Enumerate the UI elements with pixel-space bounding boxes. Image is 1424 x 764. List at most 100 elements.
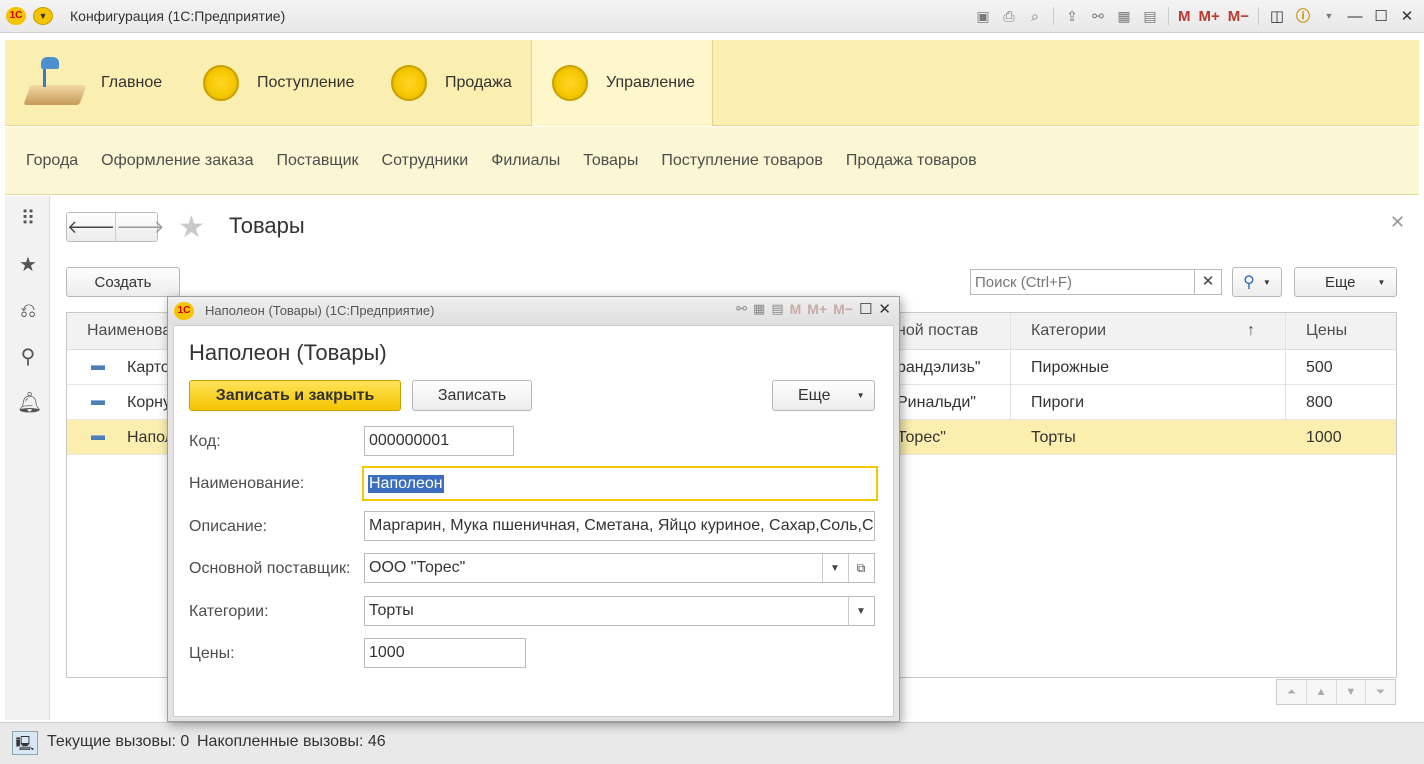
more-button[interactable]: Еще ▼ (1294, 267, 1397, 297)
toolbar-separator (1052, 7, 1054, 25)
page-title: Товары (229, 213, 305, 238)
titlebar-tools: ▣ ⎙ ⌕ ⇪ ⚯ ▦ ▤ M M+ M− ◫ ⓘ ▼ — ☐ ✕ (972, 4, 1418, 28)
app-logo-icon: 1С (174, 302, 194, 320)
form-close-icon[interactable]: ✕ (1390, 212, 1405, 233)
dialog-more-button[interactable]: Еще ▼ (772, 380, 875, 411)
sections-panel: Главное Поступление Продажа Управление (5, 40, 1419, 126)
memory-plus-button[interactable]: M+ (1196, 5, 1221, 27)
row-category: Торты (1031, 429, 1076, 446)
category-field[interactable]: Торты ▼ (364, 596, 875, 626)
info-icon[interactable]: ⓘ (1292, 5, 1314, 27)
save-icon[interactable]: ▣ (972, 5, 994, 27)
dialog-titlebar: 1С Наполеон (Товары) (1С:Предприятие) ⚯ … (168, 297, 899, 325)
section-sales[interactable]: Продажа (391, 40, 531, 126)
main-menu-button[interactable]: ▼ (33, 7, 53, 25)
nav-item-order[interactable]: Оформление заказа (101, 152, 253, 170)
name-field[interactable]: Наполеон (362, 466, 878, 501)
yellow-circle-icon (552, 65, 588, 101)
close-icon[interactable]: ✕ (878, 300, 891, 318)
notifications-bell-icon[interactable]: 🔔︎ (17, 392, 42, 414)
row-category: Пирожные (1031, 359, 1109, 376)
name-label: Наименование: (189, 475, 305, 492)
section-label: Управление (606, 74, 695, 91)
info-dropdown-icon[interactable]: ▼ (1318, 5, 1340, 27)
history-icon[interactable]: ⎌ (17, 300, 39, 322)
row-item-icon (91, 365, 105, 370)
dialog-heading: Наполеон (Товары) (189, 340, 387, 365)
search-options-button[interactable]: ⚲ ▼ (1232, 267, 1282, 297)
row-supplier: Торес" (897, 429, 946, 446)
calendar-icon[interactable]: ▤ (771, 301, 783, 317)
computer-icon[interactable]: 🖳︎ (12, 731, 38, 755)
close-icon[interactable]: ✕ (1396, 5, 1418, 27)
accumulated-calls: Накопленные вызовы: 46 (197, 733, 386, 750)
row-supplier: рандэлизь" (897, 359, 981, 376)
scroll-down-icon[interactable]: ▼ (1335, 680, 1366, 704)
find-icon[interactable]: ⚯ (736, 301, 747, 317)
link-icon[interactable]: ⇪ (1061, 5, 1083, 27)
maximize-icon[interactable]: ☐ (859, 300, 872, 318)
app-titlebar: 1С ▼ Конфигурация (1С:Предприятие) ▣ ⎙ ⌕… (0, 0, 1424, 33)
chevron-down-icon: ▼ (1262, 277, 1271, 287)
maximize-icon[interactable]: ☐ (1370, 5, 1392, 27)
price-field[interactable]: 1000 (364, 638, 526, 668)
calculator-icon[interactable]: ▦ (1113, 5, 1135, 27)
menu-grid-icon[interactable]: ⠿ (17, 208, 39, 230)
item-dialog: 1С Наполеон (Товары) (1С:Предприятие) ⚯ … (167, 296, 900, 722)
nav-item-cities[interactable]: Города (26, 152, 78, 170)
chevron-down-icon[interactable]: ▼ (848, 597, 873, 625)
chevron-down-icon: ▼ (1377, 277, 1386, 287)
current-calls: Текущие вызовы: 0 (47, 733, 190, 750)
memory-button[interactable]: M (1176, 5, 1193, 27)
print-icon[interactable]: ⎙ (998, 5, 1020, 27)
description-field[interactable]: Маргарин, Мука пшеничная, Сметана, Яйцо … (364, 511, 875, 541)
minimize-icon[interactable]: — (1344, 5, 1366, 27)
scroll-up-icon[interactable]: ▲ (1305, 680, 1336, 704)
create-button[interactable]: Создать (66, 267, 180, 297)
section-label: Поступление (257, 74, 355, 91)
favorites-star-icon[interactable]: ★ (17, 254, 39, 276)
column-header-category[interactable]: Категории (1031, 322, 1106, 340)
supplier-field[interactable]: ООО "Торес" ▼ ⧉ (364, 553, 875, 583)
memory-minus-button[interactable]: M− (1226, 5, 1251, 27)
panels-icon[interactable]: ◫ (1266, 5, 1288, 27)
nav-item-goods-receipt[interactable]: Поступление товаров (661, 152, 822, 170)
back-arrow-icon[interactable]: 🡐 (67, 213, 115, 241)
nav-item-branches[interactable]: Филиалы (491, 152, 560, 170)
memory-plus-button[interactable]: M+ (807, 301, 827, 317)
section-management[interactable]: Управление (531, 40, 713, 126)
open-item-icon[interactable]: ⧉ (848, 554, 873, 582)
left-toolbar: ⠿ ★ ⎌ ⚲ 🔔︎ (5, 196, 50, 720)
save-button[interactable]: Записать (412, 380, 532, 411)
section-receipts[interactable]: Поступление (203, 40, 373, 126)
nav-item-supplier[interactable]: Поставщик (276, 152, 358, 170)
memory-minus-button[interactable]: M− (833, 301, 853, 317)
code-field[interactable]: 000000001 (364, 426, 514, 456)
dialog-window-title: Наполеон (Товары) (1С:Предприятие) (205, 303, 435, 318)
nav-item-employees[interactable]: Сотрудники (382, 152, 469, 170)
search-clear-icon[interactable]: ✕ (1194, 269, 1222, 295)
chevron-down-icon[interactable]: ▼ (822, 554, 847, 582)
forward-arrow-icon[interactable]: 🡒 (115, 213, 165, 241)
calendar-icon[interactable]: ▤ (1139, 5, 1161, 27)
toolbar-separator (1258, 7, 1259, 25)
column-header-price[interactable]: Цены (1306, 322, 1347, 340)
column-header-name[interactable]: Наименова (87, 322, 171, 340)
calculator-icon[interactable]: ▦ (753, 301, 765, 317)
category-value: Торты (369, 602, 414, 619)
column-header-supplier[interactable]: ной постав (897, 322, 978, 340)
scroll-last-icon[interactable]: ⏷ (1365, 680, 1395, 704)
nav-item-goods-sales[interactable]: Продажа товаров (846, 152, 977, 170)
scroll-first-icon[interactable]: ⏶ (1277, 680, 1306, 704)
save-and-close-button[interactable]: Записать и закрыть (189, 380, 401, 411)
favorite-star-icon[interactable]: ★ (178, 210, 205, 245)
nav-item-goods[interactable]: Товары (583, 152, 638, 170)
section-main[interactable]: Главное (23, 40, 193, 126)
search-input[interactable] (970, 269, 1222, 295)
desk-lamp-icon (23, 55, 87, 111)
memory-button[interactable]: M (790, 301, 802, 317)
preview-icon[interactable]: ⌕ (1024, 5, 1046, 27)
category-label: Категории: (189, 603, 269, 620)
search-icon[interactable]: ⚲ (17, 346, 39, 368)
find-icon[interactable]: ⚯ (1087, 5, 1109, 27)
